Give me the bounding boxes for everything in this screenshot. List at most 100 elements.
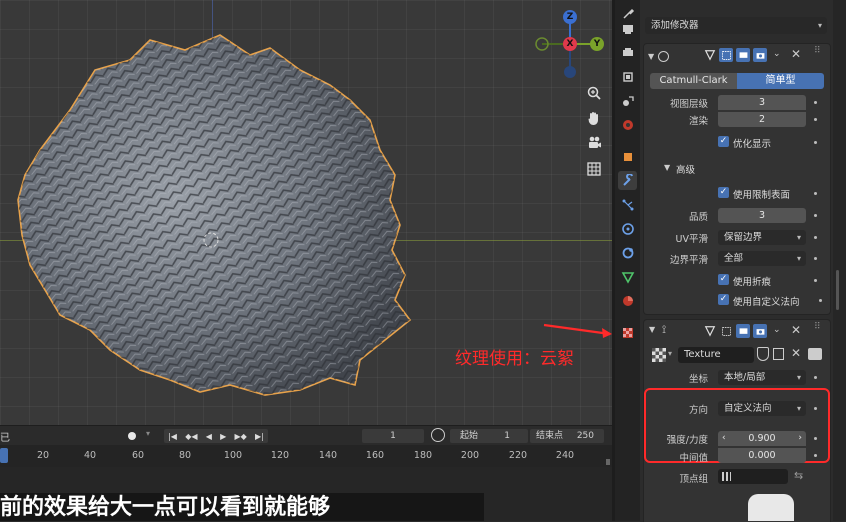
start-frame-field[interactable]: 起始 1 <box>450 429 528 443</box>
scroll-up-icon[interactable] <box>836 270 839 310</box>
keyframe-dot[interactable] <box>814 141 817 144</box>
timeline-scroll-handle[interactable] <box>606 459 610 465</box>
grid-icon[interactable] <box>583 158 605 180</box>
coordinates-dropdown[interactable]: 本地/局部 ▾ <box>718 370 806 385</box>
prev-keyframe-icon[interactable]: ◆◀ <box>185 432 197 441</box>
texture-settings-icon[interactable] <box>808 348 822 360</box>
navigation-gizmo[interactable]: Z X Y <box>534 8 606 80</box>
decrement-arrow-icon[interactable]: ‹ <box>722 431 726 446</box>
jump-start-icon[interactable]: |◀ <box>168 432 177 441</box>
keyframe-dot[interactable] <box>819 299 822 302</box>
render-levels-field[interactable]: 2 <box>718 112 806 127</box>
data-icon[interactable] <box>618 267 637 286</box>
custom-normals-checkbox[interactable]: ✓ <box>718 294 729 305</box>
boundary-smooth-dropdown[interactable]: 全部 ▾ <box>718 251 806 266</box>
advanced-subpanel-label[interactable]: 高级 <box>676 162 695 176</box>
gizmo-z-axis[interactable]: Z <box>563 10 577 24</box>
scene-icon[interactable] <box>618 91 637 110</box>
keyframe-dot[interactable] <box>814 236 817 239</box>
timeline-ruler[interactable]: 20 40 60 80 100 120 140 160 180 200 220 … <box>0 445 612 467</box>
midlevel-field[interactable]: 0.000 <box>718 448 806 463</box>
on-cage-toggle-icon[interactable] <box>719 48 733 62</box>
keyframe-dot[interactable] <box>814 118 817 121</box>
texture-name-field[interactable]: Texture <box>678 347 754 363</box>
particles-icon[interactable] <box>618 195 637 214</box>
unlink-icon[interactable]: ✕ <box>791 346 801 360</box>
strength-value: 0.900 <box>748 433 776 444</box>
output-icon[interactable] <box>618 43 637 62</box>
render-icon[interactable] <box>618 19 637 38</box>
edit-mode-toggle-icon[interactable] <box>703 48 717 62</box>
keyframe-dot-icon[interactable] <box>128 432 136 440</box>
keyframe-dot[interactable] <box>814 192 817 195</box>
keyframe-dot[interactable] <box>814 101 817 104</box>
chevron-down-icon[interactable]: ⌄ <box>773 325 781 335</box>
chevron-down-icon[interactable]: ▾ <box>146 429 150 438</box>
zoom-icon[interactable] <box>583 82 605 104</box>
camera-icon[interactable] <box>583 132 605 154</box>
play-icon[interactable]: ▶ <box>220 432 226 441</box>
catmull-clark-tab[interactable]: Catmull-Clark <box>650 73 737 89</box>
viewport-toggle-icon[interactable] <box>736 324 750 338</box>
end-frame-field[interactable]: 结束点 250 <box>530 429 604 443</box>
on-cage-toggle-icon[interactable] <box>719 324 733 338</box>
keyframe-dot[interactable] <box>814 214 817 217</box>
uv-smooth-value: 保留边界 <box>724 232 763 243</box>
invert-arrows-icon[interactable]: ⇆ <box>794 469 803 482</box>
constraints-icon[interactable] <box>618 243 637 262</box>
keyframe-dot[interactable] <box>814 454 817 457</box>
keyframe-dot[interactable] <box>814 376 817 379</box>
keyframe-dot[interactable] <box>814 257 817 260</box>
physics-icon[interactable] <box>618 219 637 238</box>
close-icon[interactable]: ✕ <box>791 47 801 61</box>
drag-handle-icon[interactable]: ⠿ <box>814 322 821 332</box>
collapse-arrow-icon[interactable]: ▼ <box>649 325 655 334</box>
chevron-down-icon[interactable]: ⌄ <box>773 49 781 59</box>
render-toggle-icon[interactable] <box>753 48 767 62</box>
gizmo-y-axis[interactable]: Y <box>590 37 604 51</box>
gizmo-x-axis[interactable]: X <box>563 37 577 51</box>
collapse-arrow-icon[interactable]: ▼ <box>648 52 654 61</box>
modifier-icon[interactable] <box>618 171 637 190</box>
texture-icon[interactable] <box>618 323 637 342</box>
texture-name: Texture <box>684 349 721 360</box>
increment-arrow-icon[interactable]: › <box>798 431 802 446</box>
hand-pan-icon[interactable] <box>583 107 605 129</box>
world-icon[interactable] <box>618 115 637 134</box>
keyframe-dot[interactable] <box>814 407 817 410</box>
object-icon[interactable] <box>618 147 637 166</box>
add-modifier-dropdown[interactable]: 添加修改器 ▾ <box>645 17 827 34</box>
keyframe-dot[interactable] <box>814 437 817 440</box>
drag-handle-icon[interactable]: ⠿ <box>814 46 821 56</box>
duplicate-icon[interactable] <box>773 348 784 360</box>
properties-scrollbar[interactable] <box>833 0 846 521</box>
fake-user-shield-icon[interactable] <box>757 347 769 361</box>
keyframe-dot[interactable] <box>814 279 817 282</box>
strength-field[interactable]: ‹ 0.900 › <box>718 431 806 446</box>
limit-surface-checkbox[interactable]: ✓ <box>718 187 729 198</box>
viewport-toggle-icon[interactable] <box>736 48 750 62</box>
viewport-levels-field[interactable]: 3 <box>718 95 806 110</box>
direction-dropdown[interactable]: 自定义法向 ▾ <box>718 401 806 416</box>
advanced-arrow-icon[interactable]: ▼ <box>664 163 670 172</box>
optimal-display-checkbox[interactable]: ✓ <box>718 136 729 147</box>
clock-icon[interactable] <box>431 428 445 442</box>
render-toggle-icon[interactable] <box>753 324 767 338</box>
jump-end-icon[interactable]: ▶| <box>255 432 264 441</box>
3d-viewport[interactable]: Z X Y 纹理使用：云絮 <box>0 0 612 425</box>
play-reverse-icon[interactable]: ◀ <box>206 432 212 441</box>
view-layer-icon[interactable] <box>618 67 637 86</box>
chevron-down-icon[interactable]: ▾ <box>668 349 672 358</box>
vertex-group-field[interactable] <box>718 469 788 484</box>
simple-tab[interactable]: 简单型 <box>737 73 824 89</box>
close-icon[interactable]: ✕ <box>791 323 801 337</box>
edit-mode-toggle-icon[interactable] <box>703 324 717 338</box>
use-creases-checkbox[interactable]: ✓ <box>718 274 729 285</box>
uv-smooth-dropdown[interactable]: 保留边界 ▾ <box>718 230 806 245</box>
material-icon[interactable] <box>618 291 637 310</box>
texture-preview-icon[interactable] <box>652 348 666 362</box>
quality-field[interactable]: 3 <box>718 208 806 223</box>
playhead[interactable] <box>0 448 8 463</box>
current-frame-field[interactable]: 1 <box>362 429 424 443</box>
next-keyframe-icon[interactable]: ▶◆ <box>234 432 246 441</box>
